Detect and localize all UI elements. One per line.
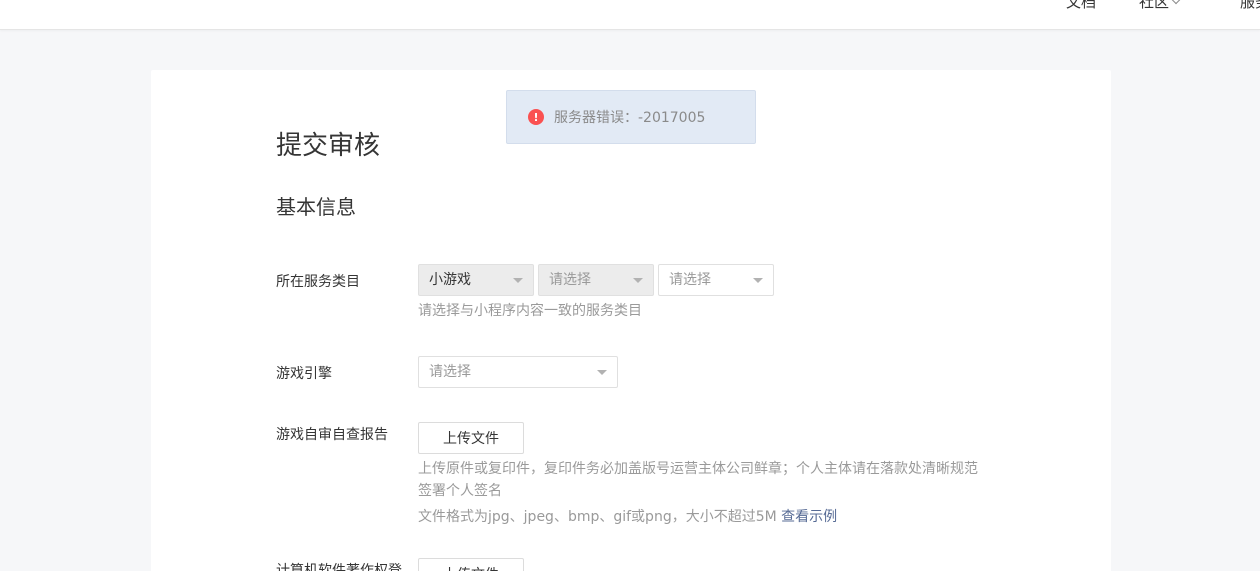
caret-down-icon <box>633 278 643 283</box>
category-hint: 请选择与小程序内容一致的服务类目 <box>418 303 642 319</box>
nav-item-service[interactable]: 服务 <box>1240 0 1260 12</box>
self-check-label: 游戏自审自查报告 <box>276 427 388 443</box>
section-title: 基本信息 <box>276 195 356 219</box>
top-nav-bar: 文档 社区 服务 <box>0 0 1260 30</box>
self-check-format-hint: 文件格式为jpg、jpeg、bmp、gif或png，大小不超过5M 查看示例 <box>418 506 837 528</box>
category-select-3[interactable]: 请选择 <box>658 264 774 296</box>
category-label: 所在服务类目 <box>276 274 360 290</box>
nav-item-community-label: 社区 <box>1139 0 1170 11</box>
caret-down-icon <box>753 278 763 283</box>
caret-down-icon <box>597 370 607 375</box>
category-select-1[interactable]: 小游戏 <box>418 264 534 296</box>
engine-select[interactable]: 请选择 <box>418 356 618 388</box>
nav-item-community[interactable]: 社区 <box>1139 0 1181 12</box>
category-select-2-value: 请选择 <box>549 272 591 288</box>
view-example-link[interactable]: 查看示例 <box>781 509 837 525</box>
upload-copyright-button[interactable]: 上传文件 <box>418 558 524 571</box>
category-select-3-value: 请选择 <box>669 272 711 288</box>
error-icon: ! <box>528 109 544 125</box>
toast-message: 服务器错误：-2017005 <box>554 110 706 126</box>
page-title: 提交审核 <box>276 131 381 161</box>
upload-self-check-button[interactable]: 上传文件 <box>418 422 524 454</box>
copyright-label: 计算机软件著作权登 <box>276 563 402 571</box>
engine-label: 游戏引擎 <box>276 366 332 382</box>
engine-select-placeholder: 请选择 <box>429 364 471 380</box>
caret-down-icon <box>513 278 523 283</box>
nav-item-docs[interactable]: 文档 <box>1066 0 1096 12</box>
category-select-1-value: 小游戏 <box>429 272 471 288</box>
self-check-hint-line1: 上传原件或复印件，复印件务必加盖版号运营主体公司鲜章；个人主体请在落款处清晰规范 <box>418 461 978 477</box>
format-hint-text: 文件格式为jpg、jpeg、bmp、gif或png，大小不超过5M <box>418 509 777 525</box>
category-select-2[interactable]: 请选择 <box>538 264 654 296</box>
chevron-down-icon <box>1171 0 1181 5</box>
error-toast: ! 服务器错误：-2017005 <box>506 90 756 144</box>
self-check-hint-line2: 签署个人签名 <box>418 483 502 499</box>
